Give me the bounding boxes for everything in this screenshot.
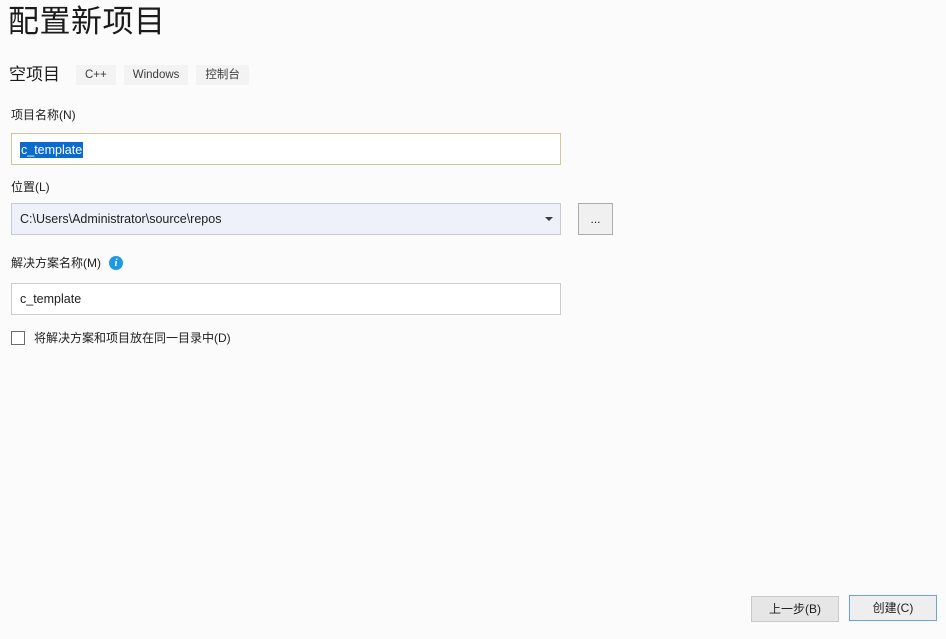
solution-name-input[interactable]: c_template [11, 283, 561, 315]
page-title: 配置新项目 [8, 4, 166, 39]
browse-folder-button[interactable]: ... [578, 203, 613, 235]
template-name: 空项目 [9, 65, 60, 84]
location-label: 位置(L) [11, 180, 50, 194]
template-summary: 空项目 C++ Windows 控制台 [9, 62, 257, 88]
solution-name-label: 解决方案名称(M) [11, 255, 123, 271]
location-combobox[interactable]: C:\Users\Administrator\source\repos [11, 203, 561, 235]
project-name-value: c_template [20, 142, 84, 158]
info-icon[interactable] [109, 256, 123, 270]
solution-name-label-text: 解决方案名称(M) [11, 256, 101, 270]
same-directory-checkbox-row[interactable]: 将解决方案和项目放在同一目录中(D) [11, 328, 231, 348]
solution-name-value: c_template [20, 292, 82, 306]
chevron-down-icon[interactable] [545, 217, 553, 221]
template-tag-platform: Windows [123, 65, 189, 85]
create-button[interactable]: 创建(C) [849, 595, 937, 621]
location-value: C:\Users\Administrator\source\repos [20, 212, 222, 226]
project-name-label: 项目名称(N) [11, 108, 76, 122]
project-name-input[interactable]: c_template [11, 133, 561, 165]
same-directory-label: 将解决方案和项目放在同一目录中(D) [34, 331, 231, 345]
template-tag-project-type: 控制台 [196, 65, 249, 85]
back-button[interactable]: 上一步(B) [751, 596, 839, 622]
same-directory-checkbox[interactable] [11, 331, 25, 345]
template-tag-language: C++ [76, 65, 116, 85]
